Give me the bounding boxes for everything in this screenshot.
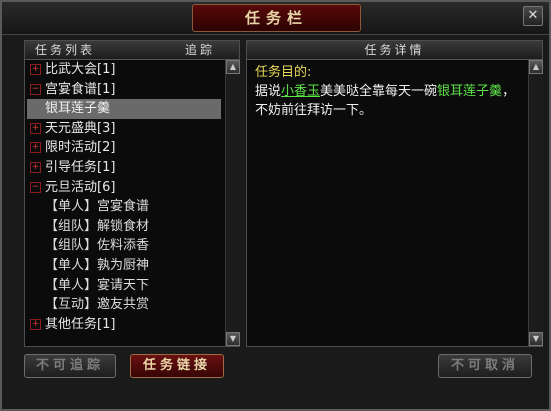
quest-item[interactable]: 【单人】宴请天下: [27, 276, 223, 296]
quest-item[interactable]: 银耳莲子羹: [27, 99, 221, 119]
quest-list-title: 任务列表: [35, 43, 96, 57]
quest-label: 【组队】解锁食材: [45, 218, 150, 234]
quest-label: 【单人】宴请天下: [45, 277, 150, 293]
title-bar[interactable]: 任务栏 ✕: [2, 2, 549, 35]
quest-category[interactable]: + 比武大会[1]: [27, 60, 223, 80]
arrow-down-icon[interactable]: ▼: [226, 332, 240, 346]
quest-detail-header: 任务详情: [247, 41, 542, 60]
plus-box-icon[interactable]: +: [30, 122, 41, 134]
quest-window: 任务栏 ✕ 任务列表 追踪 + 比武大会[1] − 宫宴食谱[1] 银耳莲子羹 + 天元盛典…: [0, 0, 551, 411]
plus-box-icon[interactable]: +: [30, 161, 41, 173]
minus-box-icon[interactable]: −: [30, 181, 41, 193]
quest-label: 引导任务[1]: [45, 159, 116, 175]
npc-link[interactable]: 小香玉: [281, 84, 320, 99]
quest-label: 元旦活动[6]: [45, 179, 116, 195]
arrow-up-icon[interactable]: ▲: [226, 60, 240, 74]
quest-label: 【单人】宫宴食谱: [45, 199, 150, 215]
quest-category[interactable]: + 引导任务[1]: [27, 158, 223, 178]
quest-list-header: 任务列表 追踪: [25, 41, 239, 60]
quest-list-panel: 任务列表 追踪 + 比武大会[1] − 宫宴食谱[1] 银耳莲子羹 + 天元盛典[3] + 限时…: [24, 40, 240, 347]
quest-label: 天元盛典[3]: [45, 120, 116, 136]
quest-label: 宫宴食谱[1]: [45, 81, 116, 97]
desc-middle: 美美哒全靠每天一碗: [320, 84, 438, 99]
quest-label: 【组队】佐料添香: [45, 238, 150, 254]
quest-detail-panel: 任务详情 任务目的: 据说小香玉美美哒全靠每天一碗银耳莲子羹，不妨前往拜访一下。…: [246, 40, 543, 347]
desc-prefix: 据说: [255, 84, 282, 99]
quest-category[interactable]: + 其他任务[1]: [27, 315, 223, 335]
close-icon[interactable]: ✕: [523, 6, 543, 26]
item-name: 银耳莲子羹: [437, 84, 503, 99]
track-column-label: 追踪: [184, 43, 215, 57]
quest-category[interactable]: − 元旦活动[6]: [27, 178, 223, 198]
quest-item[interactable]: 【单人】宫宴食谱: [27, 197, 223, 217]
arrow-up-icon[interactable]: ▲: [529, 60, 543, 74]
quest-category[interactable]: − 宫宴食谱[1]: [27, 80, 223, 100]
arrow-down-icon[interactable]: ▼: [529, 332, 543, 346]
quest-label: 【互动】邀友共赏: [45, 297, 150, 313]
goal-text: 据说小香玉美美哒全靠每天一碗银耳莲子羹，不妨前往拜访一下。: [255, 82, 525, 120]
quest-label: 其他任务[1]: [45, 316, 116, 332]
quest-category[interactable]: + 限时活动[2]: [27, 138, 223, 158]
quest-label: 银耳莲子羹: [45, 101, 111, 117]
quest-description: 任务目的: 据说小香玉美美哒全靠每天一碗银耳莲子羹，不妨前往拜访一下。: [255, 63, 525, 120]
quest-category[interactable]: + 天元盛典[3]: [27, 119, 223, 139]
quest-item[interactable]: 【互动】邀友共赏: [27, 295, 223, 315]
quest-item[interactable]: 【组队】解锁食材: [27, 217, 223, 237]
quest-label: 限时活动[2]: [45, 140, 116, 156]
quest-label: 【单人】孰为厨神: [45, 257, 150, 273]
cancel-quest-button[interactable]: 不可取消: [438, 354, 532, 378]
quest-link-button[interactable]: 任务链接: [130, 354, 224, 378]
quest-label: 比武大会[1]: [45, 62, 116, 77]
quest-item[interactable]: 【单人】孰为厨神: [27, 256, 223, 276]
plus-box-icon[interactable]: +: [30, 64, 41, 75]
plus-box-icon[interactable]: +: [30, 318, 41, 330]
quest-tree: + 比武大会[1] − 宫宴食谱[1] 银耳莲子羹 + 天元盛典[3] + 限时活动[2] + 引导…: [27, 60, 223, 340]
goal-label: 任务目的:: [255, 65, 312, 80]
plus-box-icon[interactable]: +: [30, 142, 41, 154]
untrack-button[interactable]: 不可追踪: [24, 354, 116, 378]
quest-list-scrollbar[interactable]: ▲ ▼: [225, 60, 240, 346]
quest-item[interactable]: 【组队】佐料添香: [27, 236, 223, 256]
quest-detail-scrollbar[interactable]: ▲ ▼: [528, 60, 543, 346]
minus-box-icon[interactable]: −: [30, 83, 41, 95]
window-title: 任务栏: [192, 4, 361, 32]
quest-detail-title: 任务详情: [364, 43, 425, 57]
